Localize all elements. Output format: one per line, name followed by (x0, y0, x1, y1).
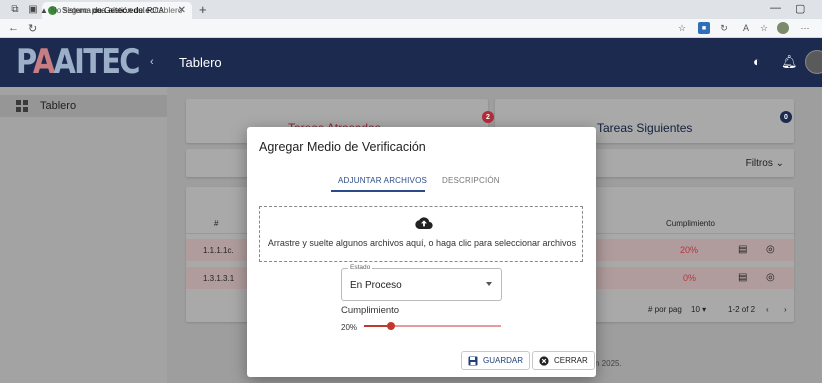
close-circle-icon (539, 355, 549, 366)
warning-icon: ▲ (40, 5, 48, 15)
logo-area: PAAITEC ‹ (0, 38, 167, 87)
refresh-extension-icon[interactable]: ↻ (718, 22, 730, 34)
next-page-icon[interactable]: › (784, 305, 787, 314)
tab-description[interactable]: DESCRIPCIÓN (442, 176, 500, 185)
file-dropzone[interactable]: Arrastre y suelte algunos archivos aquí,… (259, 206, 583, 262)
sidebar-item-label: Tablero (40, 100, 77, 112)
row-cumplimiento: 20% (680, 245, 699, 255)
sidebar: Tablero (0, 87, 167, 383)
favorites-icon[interactable]: ☆ (758, 22, 770, 34)
estado-select[interactable]: Estado En Proceso (341, 264, 502, 301)
back-icon[interactable]: ← (8, 22, 19, 34)
collapse-sidebar-icon[interactable]: ‹ (150, 56, 154, 68)
tab-attach-files[interactable]: ADJUNTAR ARCHIVOS (338, 176, 427, 185)
read-aloud-icon[interactable]: A (740, 22, 752, 34)
notifications-icon[interactable]: 🔔︎ (781, 54, 798, 70)
more-menu-icon[interactable]: ⋯ (799, 22, 811, 34)
column-header-index: # (214, 219, 219, 228)
save-icon (468, 356, 478, 366)
extension-icon[interactable]: ■ (698, 22, 710, 34)
active-tab-indicator (331, 190, 425, 192)
tab-actions-icon[interactable]: ▣ (26, 3, 40, 17)
next-tasks-title: Tareas Siguientes (597, 121, 693, 135)
per-page-select[interactable]: 10 ▾ (691, 305, 706, 314)
cumplimiento-value: 20% (341, 323, 358, 332)
cumplimiento-slider[interactable] (364, 322, 501, 330)
security-indicator[interactable]: No seguro (51, 6, 88, 15)
cloud-upload-icon (415, 217, 433, 229)
view-icon[interactable]: ◎ (766, 272, 775, 283)
save-button[interactable]: GUARDAR (461, 351, 531, 370)
details-icon[interactable]: ▤ (738, 272, 747, 283)
pagination-range: 1-2 of 2 (728, 305, 756, 314)
theme-toggle-icon[interactable]: ◐ (753, 54, 761, 69)
column-header-cumplimiento: Cumplimiento (666, 219, 715, 228)
row-id: 1.3.1.3.1 (203, 274, 235, 283)
details-icon[interactable]: ▤ (738, 244, 747, 255)
estado-value: En Proceso (350, 280, 402, 291)
maximize-icon[interactable]: ▢ (795, 2, 805, 15)
dropdown-caret-icon (486, 282, 492, 286)
prev-page-icon[interactable]: ‹ (766, 305, 769, 314)
minimize-icon[interactable]: — (770, 2, 781, 14)
cumplimiento-label: Cumplimiento (341, 305, 400, 316)
profile-icon[interactable] (777, 22, 789, 34)
slider-thumb[interactable] (387, 322, 396, 330)
favorite-star-icon[interactable]: ☆ (676, 22, 688, 34)
page-title: Tablero (179, 55, 222, 70)
next-tasks-badge: 0 (780, 111, 792, 123)
user-avatar[interactable] (805, 50, 822, 74)
logo: PAAITEC (16, 42, 141, 82)
add-verification-modal: Agregar Medio de Verificación ADJUNTAR A… (247, 127, 596, 377)
reload-icon[interactable]: ↻ (28, 22, 37, 35)
modal-tabs: ADJUNTAR ARCHIVOS DESCRIPCIÓN (247, 170, 596, 192)
url-field[interactable]: ▲ No seguro poa.aitec.edu.ec /tablero (40, 3, 660, 17)
save-button-label: GUARDAR (483, 356, 524, 365)
url-path: /tablero (154, 5, 183, 15)
close-button[interactable]: CERRAR (532, 351, 595, 370)
close-button-label: CERRAR (554, 356, 588, 365)
footer-text: n 2025. (595, 359, 622, 368)
sidebar-item-tablero[interactable]: Tablero (0, 95, 167, 117)
url-host: poa.aitec.edu.ec (91, 5, 155, 15)
modal-title: Agregar Medio de Verificación (259, 140, 426, 154)
per-page-label: # por pag (648, 305, 682, 314)
late-tasks-badge: 2 (482, 111, 494, 123)
dropzone-text: Arrastre y suelte algunos archivos aquí,… (267, 238, 577, 248)
row-id: 1.1.1.1c. (203, 246, 234, 255)
view-icon[interactable]: ◎ (766, 244, 775, 255)
workspaces-icon[interactable]: ⧉ (8, 3, 22, 17)
filters-toggle[interactable]: Filtros ⌄ (746, 158, 784, 169)
estado-label: Estado (348, 264, 373, 271)
dashboard-icon (16, 100, 28, 112)
app-header: Tablero ◐ 🔔︎ (167, 38, 822, 87)
row-cumplimiento: 0% (683, 273, 697, 283)
